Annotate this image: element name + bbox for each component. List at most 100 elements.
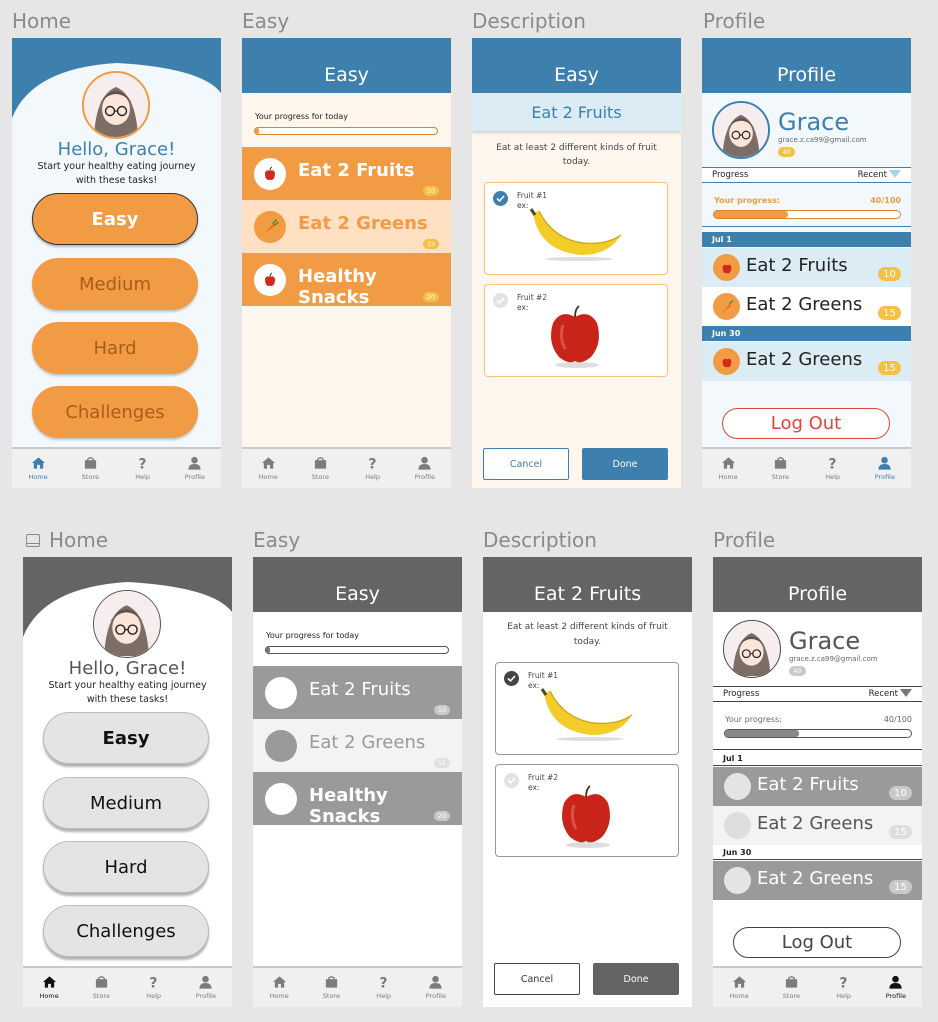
filter-dropdown[interactable]: Recent [858, 170, 901, 180]
nav-help-label: Help [836, 992, 852, 1000]
nav-help[interactable]: ? Help [128, 968, 180, 1007]
history-row[interactable]: Eat 2 Fruits 10 [702, 248, 911, 287]
page-title: Eat 2 Fruits [533, 582, 642, 605]
nav-help[interactable]: ? Help [358, 968, 410, 1007]
nav-help-label: Help [365, 473, 381, 481]
triangle-down-icon [889, 170, 901, 178]
nav-help[interactable]: ? Help [117, 449, 169, 488]
done-button[interactable]: Done [582, 448, 668, 480]
logout-button[interactable]: Log Out [733, 927, 901, 958]
task-healthy-snacks[interactable]: Healthy Snacks 20 [253, 772, 462, 827]
triangle-down-icon [900, 689, 912, 697]
fruit-1-card[interactable]: Fruit #1 ex: [484, 182, 668, 275]
frame-title-home: Home [12, 9, 72, 33]
date-header: Jun 30 [702, 326, 911, 341]
easy-button[interactable]: Easy [32, 193, 198, 245]
svg-text:?: ? [139, 457, 147, 470]
profile-frame-gray: Profile Grace grace.z.ca99@gmail.com 40 … [713, 557, 922, 1007]
svg-text:?: ? [380, 976, 388, 989]
history-task-name: Eat 2 Greens [757, 813, 874, 834]
check-icon[interactable] [504, 773, 519, 788]
progress-fill [255, 128, 259, 134]
history-row[interactable]: Eat 2 Greens 15 [702, 342, 911, 381]
task-eat-2-fruits[interactable]: Eat 2 Fruits 10 [253, 666, 462, 719]
nav-profile[interactable]: Profile [399, 449, 451, 488]
nav-help-label: Help [146, 992, 162, 1000]
cancel-button[interactable]: Cancel [494, 963, 580, 995]
history-task-name: Eat 2 Greens [746, 349, 863, 370]
nav-store[interactable]: Store [305, 968, 357, 1007]
nav-store[interactable]: Store [754, 449, 806, 488]
header: Easy [242, 38, 451, 93]
nav-help[interactable]: ? Help [807, 449, 859, 488]
banana-image [529, 208, 622, 261]
progress-fill [266, 647, 270, 653]
medium-button[interactable]: Medium [43, 777, 209, 829]
nav-profile[interactable]: Profile [859, 449, 911, 488]
nav-store[interactable]: Store [294, 449, 346, 488]
nav-profile[interactable]: Profile [410, 968, 462, 1007]
task-title-bar: Eat 2 Fruits [472, 93, 681, 131]
carrot-icon [713, 293, 740, 320]
profile-name: Grace [778, 108, 850, 136]
desc-line-1: Eat at least 2 different kinds of fruit [496, 143, 657, 153]
medium-button[interactable]: Medium [32, 258, 198, 310]
done-button[interactable]: Done [593, 963, 679, 995]
nav-store[interactable]: Store [75, 968, 127, 1007]
hard-button[interactable]: Hard [32, 322, 198, 374]
nav-home[interactable]: Home [23, 968, 75, 1007]
task-healthy-snacks[interactable]: Healthy Snacks 20 [242, 253, 451, 308]
task-eat-2-greens[interactable]: Eat 2 Greens 15 [253, 719, 462, 772]
history-row[interactable]: Eat 2 Fruits 10 [713, 767, 922, 806]
nav-help[interactable]: ? Help [347, 449, 399, 488]
nav-profile[interactable]: Profile [870, 968, 922, 1007]
nav-store[interactable]: Store [64, 449, 116, 488]
nav-home-label: Home [718, 473, 738, 481]
nav-home[interactable]: Home [242, 449, 294, 488]
profile-email: grace.z.ca99@gmail.com [778, 136, 867, 144]
check-icon[interactable] [493, 293, 508, 308]
nav-home[interactable]: Home [253, 968, 305, 1007]
fruit-2-card[interactable]: Fruit #2 ex: [484, 284, 668, 377]
header: Profile [713, 557, 922, 612]
nav-home[interactable]: Home [702, 449, 754, 488]
nav-store-label: Store [782, 992, 800, 1000]
nav-store-label: Store [81, 473, 99, 481]
bottom-nav: Home Store ? Help Profile [242, 447, 451, 488]
history-row[interactable]: Eat 2 Greens 15 [713, 806, 922, 845]
logout-button[interactable]: Log Out [722, 408, 890, 439]
history-row[interactable]: Eat 2 Greens 15 [702, 287, 911, 326]
check-icon[interactable] [504, 671, 519, 686]
nav-help[interactable]: ? Help [818, 968, 870, 1007]
task-eat-2-greens[interactable]: Eat 2 Greens 15 [242, 200, 451, 253]
easy-button[interactable]: Easy [43, 712, 209, 764]
challenges-button[interactable]: Challenges [43, 905, 209, 957]
banana-image [540, 688, 633, 741]
avatar [93, 590, 161, 658]
nav-home[interactable]: Home [713, 968, 765, 1007]
nav-profile[interactable]: Profile [169, 449, 221, 488]
points-badge: 15 [878, 306, 901, 320]
nav-store-label: Store [322, 992, 340, 1000]
avatar [82, 71, 150, 139]
bag-icon [325, 976, 337, 988]
hard-button[interactable]: Hard [43, 841, 209, 893]
points-badge: 15 [434, 758, 450, 768]
date-header: Jul 1 [702, 232, 911, 247]
fruit-1-card[interactable]: Fruit #1 ex: [495, 662, 679, 755]
cancel-button[interactable]: Cancel [483, 448, 569, 480]
greeting: Hello, Grace! [57, 139, 176, 160]
nav-profile[interactable]: Profile [180, 968, 232, 1007]
challenges-button[interactable]: Challenges [32, 386, 198, 438]
progress-label: Your progress for today [266, 631, 359, 640]
nav-home[interactable]: Home [12, 449, 64, 488]
subtitle-line-1: Start your healthy eating journey [48, 680, 207, 691]
check-icon[interactable] [493, 191, 508, 206]
fruit-2-card[interactable]: Fruit #2 ex: [495, 764, 679, 857]
task-eat-2-fruits[interactable]: Eat 2 Fruits 10 [242, 147, 451, 200]
filter-dropdown[interactable]: Recent [869, 689, 912, 699]
points-badge: 10 [878, 267, 901, 281]
history-row[interactable]: Eat 2 Greens 15 [713, 861, 922, 900]
user-icon [188, 456, 201, 470]
nav-store[interactable]: Store [765, 968, 817, 1007]
